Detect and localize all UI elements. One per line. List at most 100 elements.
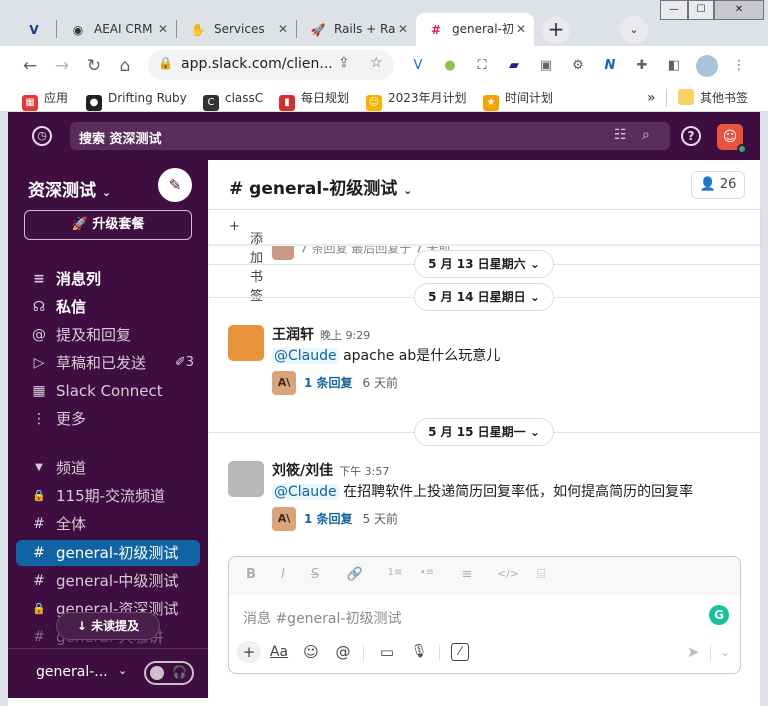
message-author[interactable]: 王润轩 晚上 9:29	[272, 324, 370, 344]
reply-count[interactable]: 1 条回复	[304, 512, 353, 526]
sidebar-channel-all[interactable]: # 全体	[8, 511, 208, 537]
help-icon[interactable]: ?	[681, 126, 701, 146]
tab-services[interactable]: ✋ Services ✕	[178, 13, 296, 46]
bookmark-daily-plan[interactable]: ▮ 每日规划	[279, 89, 349, 111]
schedule-chevron-icon[interactable]: ⌄	[713, 641, 737, 663]
send-icon[interactable]: ➤	[681, 641, 705, 663]
date-divider-may15[interactable]: 5 月 15 日星期一 ⌄	[414, 418, 554, 446]
extension-v-icon[interactable]: V	[409, 57, 427, 75]
user-mention[interactable]: @Claude	[272, 348, 339, 364]
share-icon[interactable]: ⇪	[338, 55, 350, 71]
tab-aeai-crm[interactable]: ◉ AEAI CRM ✕	[58, 13, 176, 46]
address-bar[interactable]: 🔒 app.slack.com/clien... ⇪ ☆	[148, 50, 394, 80]
profile-avatar[interactable]	[696, 55, 718, 77]
close-tab-icon[interactable]: ✕	[516, 13, 526, 46]
message-input[interactable]: 消息 #general-初级测试	[243, 608, 401, 628]
reload-icon[interactable]: ↻	[83, 55, 105, 77]
bookmark-time-plan[interactable]: ★ 时间计划	[483, 89, 553, 111]
attach-plus-icon[interactable]: +	[237, 641, 261, 663]
message-author[interactable]: 刘筱/刘佳 下午 3:57	[272, 460, 389, 480]
video-icon[interactable]: ▭	[375, 641, 399, 663]
microphone-icon[interactable]: 🎙	[407, 641, 431, 663]
unread-mentions-button[interactable]: ↓ 未读提及	[56, 612, 160, 640]
close-tab-icon[interactable]: ✕	[398, 13, 408, 46]
url-text[interactable]: app.slack.com/clien...	[181, 56, 333, 72]
thread-replies[interactable]: A\ 1 条回复 5 天前	[272, 507, 398, 531]
current-channel-short[interactable]: general-...	[36, 664, 108, 680]
bookmark-apps[interactable]: ▦ 应用	[22, 89, 68, 111]
formatting-toggle-icon[interactable]: Aa	[267, 641, 291, 663]
back-arrow-icon[interactable]: ←	[19, 55, 41, 77]
emoji-icon[interactable]: ☺	[299, 641, 323, 663]
italic-icon[interactable]: I	[273, 567, 293, 585]
tab-vivaldi[interactable]: V	[14, 13, 56, 46]
bookmarks-overflow-button[interactable]: »	[647, 89, 656, 107]
bookmark-other[interactable]: 其他书签	[678, 89, 748, 107]
tab-search-chevron-icon[interactable]: ⌄	[620, 16, 648, 44]
avatar[interactable]	[228, 461, 264, 497]
search-filter-icon[interactable]: ☷	[614, 127, 627, 143]
extension-gear-icon[interactable]: ⚙	[569, 57, 587, 75]
message-timestamp[interactable]: 下午 3:57	[339, 465, 389, 478]
sidebar-item-dms[interactable]: ☊ 私信	[8, 294, 208, 320]
message-timestamp[interactable]: 晚上 9:29	[320, 329, 370, 342]
code-icon[interactable]: </>	[497, 567, 519, 585]
huddle-toggle[interactable]: 🎧	[144, 661, 194, 685]
sidebar-item-mentions[interactable]: @ 提及和回复	[8, 322, 208, 348]
user-mention[interactable]: @Claude	[272, 484, 339, 500]
sidebar-channel-general-mid[interactable]: # general-中级测试	[8, 568, 208, 594]
history-clock-icon[interactable]: ◷	[32, 126, 52, 146]
shortcuts-icon[interactable]: ⁄	[451, 643, 469, 661]
upgrade-button[interactable]: 🚀 升级套餐	[24, 210, 192, 240]
sidebar-channel-115[interactable]: 🔒 115期-交流频道	[8, 483, 208, 509]
reply-count[interactable]: 1 条回复	[304, 376, 353, 390]
ordered-list-icon[interactable]: 1≡	[385, 567, 405, 585]
thread-replies[interactable]: A\ 1 条回复 6 天前	[272, 371, 398, 395]
members-button[interactable]: 👤 26	[691, 171, 745, 199]
mention-icon[interactable]: @	[331, 641, 355, 663]
blockquote-icon[interactable]: ≡	[457, 567, 477, 585]
close-tab-icon[interactable]: ✕	[278, 13, 288, 46]
bookmark-drifting-ruby[interactable]: ● Drifting Ruby	[86, 89, 187, 111]
browser-menu-icon[interactable]: ⋮	[730, 57, 748, 75]
sidebar-channel-general-junior[interactable]: # general-初级测试	[16, 540, 200, 566]
compose-button[interactable]: ✎	[158, 168, 192, 202]
chevron-down-icon[interactable]: ⌄	[118, 664, 127, 677]
channel-title[interactable]: # general-初级测试 ⌄	[229, 174, 412, 199]
extension-reader-icon[interactable]: ▰	[505, 57, 523, 75]
extensions-puzzle-icon[interactable]: ✚	[633, 57, 651, 75]
sidebar-item-slack-connect[interactable]: ▦ Slack Connect	[8, 378, 208, 404]
home-icon[interactable]: ⌂	[114, 55, 136, 77]
bullet-list-icon[interactable]: •≡	[417, 567, 437, 585]
date-divider-may13[interactable]: 5 月 13 日星期六 ⌄	[414, 250, 554, 278]
search-input[interactable]: 搜索 资深测试 ☷ ⌕	[70, 122, 670, 150]
bookmark-classc[interactable]: CclassC	[203, 89, 263, 111]
bold-icon[interactable]: B	[241, 567, 261, 585]
forward-arrow-icon[interactable]: →	[51, 55, 73, 77]
maximize-button[interactable]: ☐	[688, 0, 714, 20]
sidebar-item-more[interactable]: ⋮ 更多	[8, 406, 208, 432]
tab-rails[interactable]: 🚀 Rails + Ra ✕	[298, 13, 416, 46]
extension-circle-icon[interactable]: ●	[441, 57, 459, 75]
grammarly-icon[interactable]: G	[709, 605, 729, 625]
close-window-button[interactable]: ✕	[714, 0, 764, 20]
sidebar-item-drafts[interactable]: ▷ 草稿和已发送 ✐3	[8, 350, 208, 376]
screenshot-icon[interactable]: ⛶	[473, 57, 491, 75]
new-tab-button[interactable]: +	[542, 16, 570, 44]
code-block-icon[interactable]: ⌸	[531, 567, 551, 585]
link-icon[interactable]: 🔗	[345, 567, 365, 585]
minimize-button[interactable]: —	[660, 0, 688, 20]
date-divider-may14[interactable]: 5 月 14 日星期日 ⌄	[414, 283, 554, 311]
strikethrough-icon[interactable]: S	[305, 567, 325, 585]
extension-n-icon[interactable]: N	[601, 57, 619, 75]
avatar[interactable]	[228, 325, 264, 361]
side-panel-icon[interactable]: ◧	[665, 57, 683, 75]
extension-image-icon[interactable]: ▣	[537, 57, 555, 75]
workspace-name[interactable]: 资深测试 ⌄	[28, 176, 111, 201]
channels-section-header[interactable]: ▼ 频道	[8, 455, 208, 481]
tab-general-active[interactable]: # general-初 ✕	[416, 13, 534, 46]
add-bookmark-button[interactable]: + 添加书签	[229, 219, 263, 304]
close-tab-icon[interactable]: ✕	[158, 13, 168, 46]
bookmark-star-icon[interactable]: ☆	[370, 55, 383, 71]
bookmark-2023-plan[interactable]: ☺ 2023年月计划	[366, 89, 467, 111]
